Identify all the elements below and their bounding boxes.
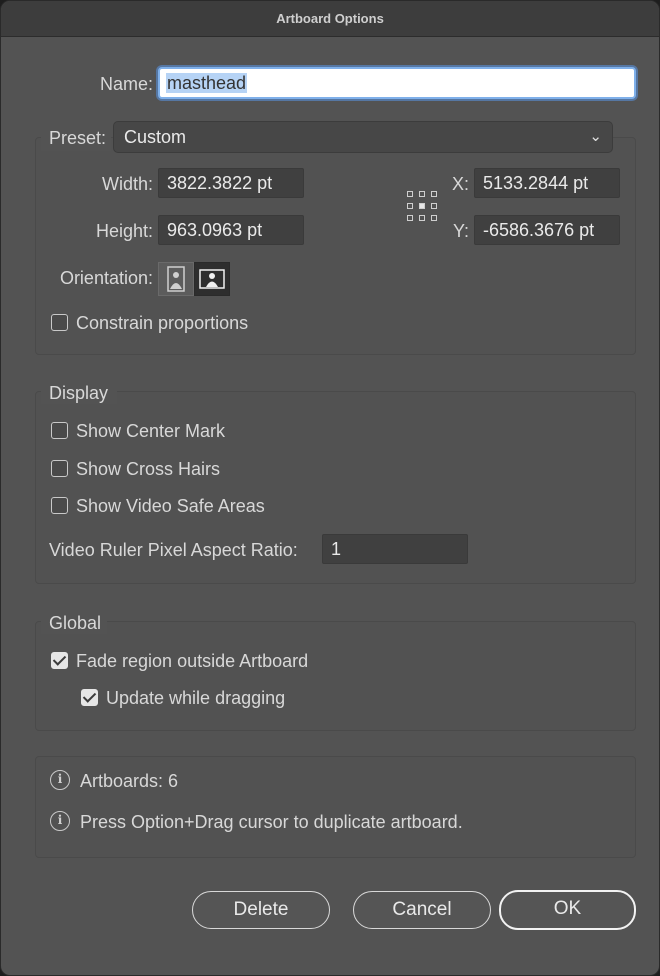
preset-selected-value: Custom [124, 127, 187, 147]
landscape-icon [199, 269, 225, 289]
preset-select[interactable]: Custom ⌄ [113, 121, 613, 153]
name-input-value: masthead [166, 73, 248, 93]
x-field[interactable]: 5133.2844 pt [474, 168, 620, 198]
reference-point-icon[interactable] [407, 191, 437, 221]
y-field[interactable]: -6586.3676 pt [474, 215, 620, 245]
ok-button[interactable]: OK [499, 890, 636, 930]
constrain-proportions-checkbox[interactable] [51, 314, 68, 331]
window-title: Artboard Options [1, 1, 659, 37]
portrait-orientation-button[interactable] [158, 262, 194, 296]
orientation-label: Orientation: [59, 268, 153, 288]
cancel-button[interactable]: Cancel [353, 891, 491, 929]
delete-button[interactable]: Delete [192, 891, 330, 929]
show-video-safe-areas-checkbox[interactable] [51, 497, 68, 514]
artboard-options-dialog: Artboard Options Name: masthead Preset: … [0, 0, 660, 976]
fade-region-label: Fade region outside Artboard [76, 651, 309, 671]
width-field[interactable]: 3822.3822 pt [158, 168, 304, 198]
height-field[interactable]: 963.0963 pt [158, 215, 304, 245]
pixel-aspect-ratio-field[interactable]: 1 [322, 534, 468, 564]
duplicate-hint: Press Option+Drag cursor to duplicate ar… [80, 812, 463, 832]
info-icon: i [50, 770, 70, 790]
update-while-dragging-checkbox[interactable] [81, 689, 98, 706]
x-label: X: [451, 174, 469, 194]
constrain-proportions-label: Constrain proportions [76, 313, 249, 333]
chevron-down-icon: ⌄ [589, 128, 602, 145]
name-input[interactable]: masthead [158, 67, 636, 99]
y-label: Y: [452, 221, 469, 241]
width-label: Width: [101, 174, 153, 194]
preset-label: Preset: [49, 128, 107, 148]
global-group [35, 621, 636, 731]
portrait-icon [167, 266, 185, 292]
show-center-mark-checkbox[interactable] [51, 422, 68, 439]
global-title: Global [49, 613, 102, 633]
info-icon: i [50, 811, 70, 831]
update-while-dragging-label: Update while dragging [106, 688, 286, 708]
display-title: Display [49, 383, 109, 403]
show-cross-hairs-checkbox[interactable] [51, 460, 68, 477]
name-label: Name: [99, 74, 153, 94]
pixel-aspect-ratio-label: Video Ruler Pixel Aspect Ratio: [49, 540, 298, 560]
show-center-mark-label: Show Center Mark [76, 421, 226, 441]
height-label: Height: [95, 221, 153, 241]
artboards-count: Artboards: 6 [80, 771, 179, 791]
show-cross-hairs-label: Show Cross Hairs [76, 459, 221, 479]
landscape-orientation-button[interactable] [194, 262, 230, 296]
show-video-safe-areas-label: Show Video Safe Areas [76, 496, 265, 516]
fade-region-checkbox[interactable] [51, 652, 68, 669]
